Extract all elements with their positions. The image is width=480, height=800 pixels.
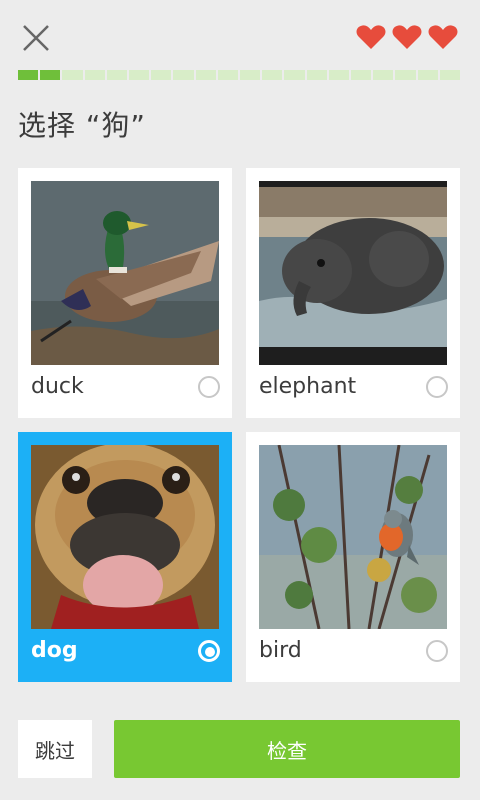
progress-segment-empty (129, 70, 150, 80)
progress-segment-empty (439, 70, 461, 80)
progress-segment-empty (62, 70, 83, 80)
choice-label: dog (31, 638, 78, 663)
radio-button-selected[interactable] (198, 640, 220, 662)
radio-button[interactable] (426, 376, 448, 398)
progress-segment-empty (240, 70, 261, 80)
dog-image (31, 445, 219, 629)
elephant-image (259, 181, 447, 365)
choice-card-elephant[interactable]: elephant (246, 168, 460, 418)
heart-icon (428, 24, 458, 50)
heart-icon (392, 24, 422, 50)
progress-segment-empty (395, 70, 416, 80)
skip-button[interactable]: 跳过 (18, 720, 92, 778)
lives-hearts (356, 24, 458, 50)
progress-segment-empty (351, 70, 372, 80)
progress-segment-empty (84, 70, 105, 80)
progress-segment-empty (195, 70, 216, 80)
top-bar (0, 0, 480, 70)
progress-segment-complete (40, 70, 61, 80)
duck-image (31, 181, 219, 365)
progress-segment-empty (328, 70, 350, 80)
choice-label: elephant (259, 374, 357, 399)
radio-button[interactable] (426, 640, 448, 662)
progress-segment-empty (106, 70, 128, 80)
progress-segment-empty (417, 70, 438, 80)
progress-segment-empty (173, 70, 194, 80)
progress-segment-empty (217, 70, 239, 80)
check-button[interactable]: 检查 (114, 720, 460, 778)
progress-segment-empty (306, 70, 327, 80)
question-prompt: 选择 “狗” (18, 109, 146, 142)
progress-segment-empty (262, 70, 283, 80)
close-icon[interactable] (20, 22, 52, 54)
bird-image (259, 445, 447, 629)
choice-card-duck[interactable]: duck (18, 168, 232, 418)
choice-label: duck (31, 374, 84, 399)
choice-card-bird[interactable]: bird (246, 432, 460, 682)
choice-card-dog[interactable]: dog (18, 432, 232, 682)
footer-actions: 跳过 检查 (0, 720, 480, 800)
progress-segment-empty (151, 70, 172, 80)
choice-label: bird (259, 638, 302, 663)
lesson-progress-bar (18, 70, 461, 80)
progress-segment-empty (373, 70, 394, 80)
progress-segment-empty (284, 70, 305, 80)
heart-icon (356, 24, 386, 50)
radio-button[interactable] (198, 376, 220, 398)
progress-segment-complete (18, 70, 39, 80)
